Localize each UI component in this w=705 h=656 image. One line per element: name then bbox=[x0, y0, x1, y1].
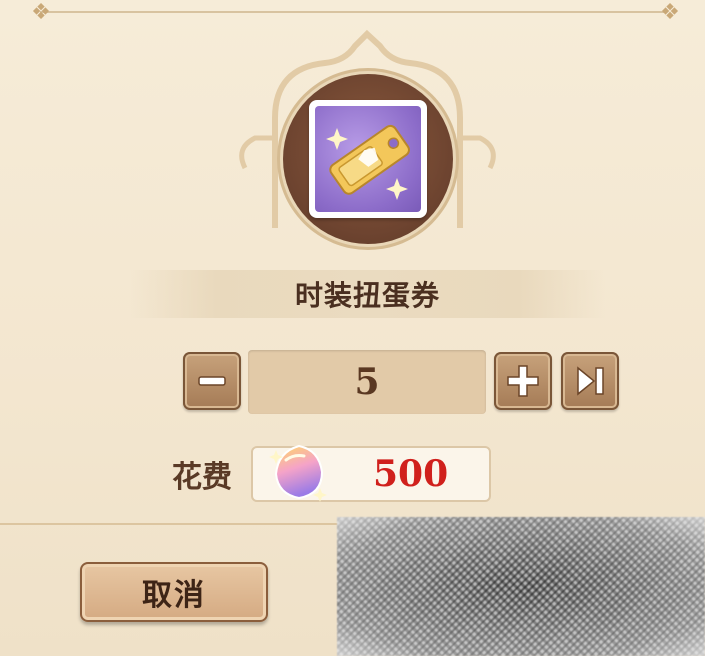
item-name: 时装扭蛋券 bbox=[294, 279, 440, 312]
gem-currency-icon bbox=[269, 444, 327, 502]
minus-icon bbox=[198, 376, 226, 386]
quantity-value: 5 bbox=[354, 361, 380, 403]
corner-ornament-icon: ❖ bbox=[660, 0, 680, 25]
item-name-banner: 时装扭蛋券 bbox=[130, 270, 605, 318]
cancel-button-label: 取消 bbox=[142, 578, 206, 613]
cancel-button[interactable]: 取消 bbox=[80, 562, 268, 622]
skip-to-max-icon bbox=[577, 366, 604, 396]
cost-value: 500 bbox=[373, 453, 449, 495]
top-border bbox=[40, 11, 665, 13]
corner-ornament-icon: ❖ bbox=[31, 0, 51, 25]
increase-quantity-button[interactable] bbox=[494, 352, 552, 410]
costume-gacha-ticket-icon bbox=[326, 124, 410, 200]
item-card bbox=[309, 100, 427, 218]
obscured-region bbox=[337, 517, 705, 656]
quantity-field[interactable]: 5 bbox=[248, 350, 486, 414]
decrease-quantity-button[interactable] bbox=[183, 352, 241, 410]
cost-label: 花费 bbox=[172, 460, 232, 495]
max-quantity-button[interactable] bbox=[561, 352, 619, 410]
plus-icon bbox=[507, 365, 539, 397]
